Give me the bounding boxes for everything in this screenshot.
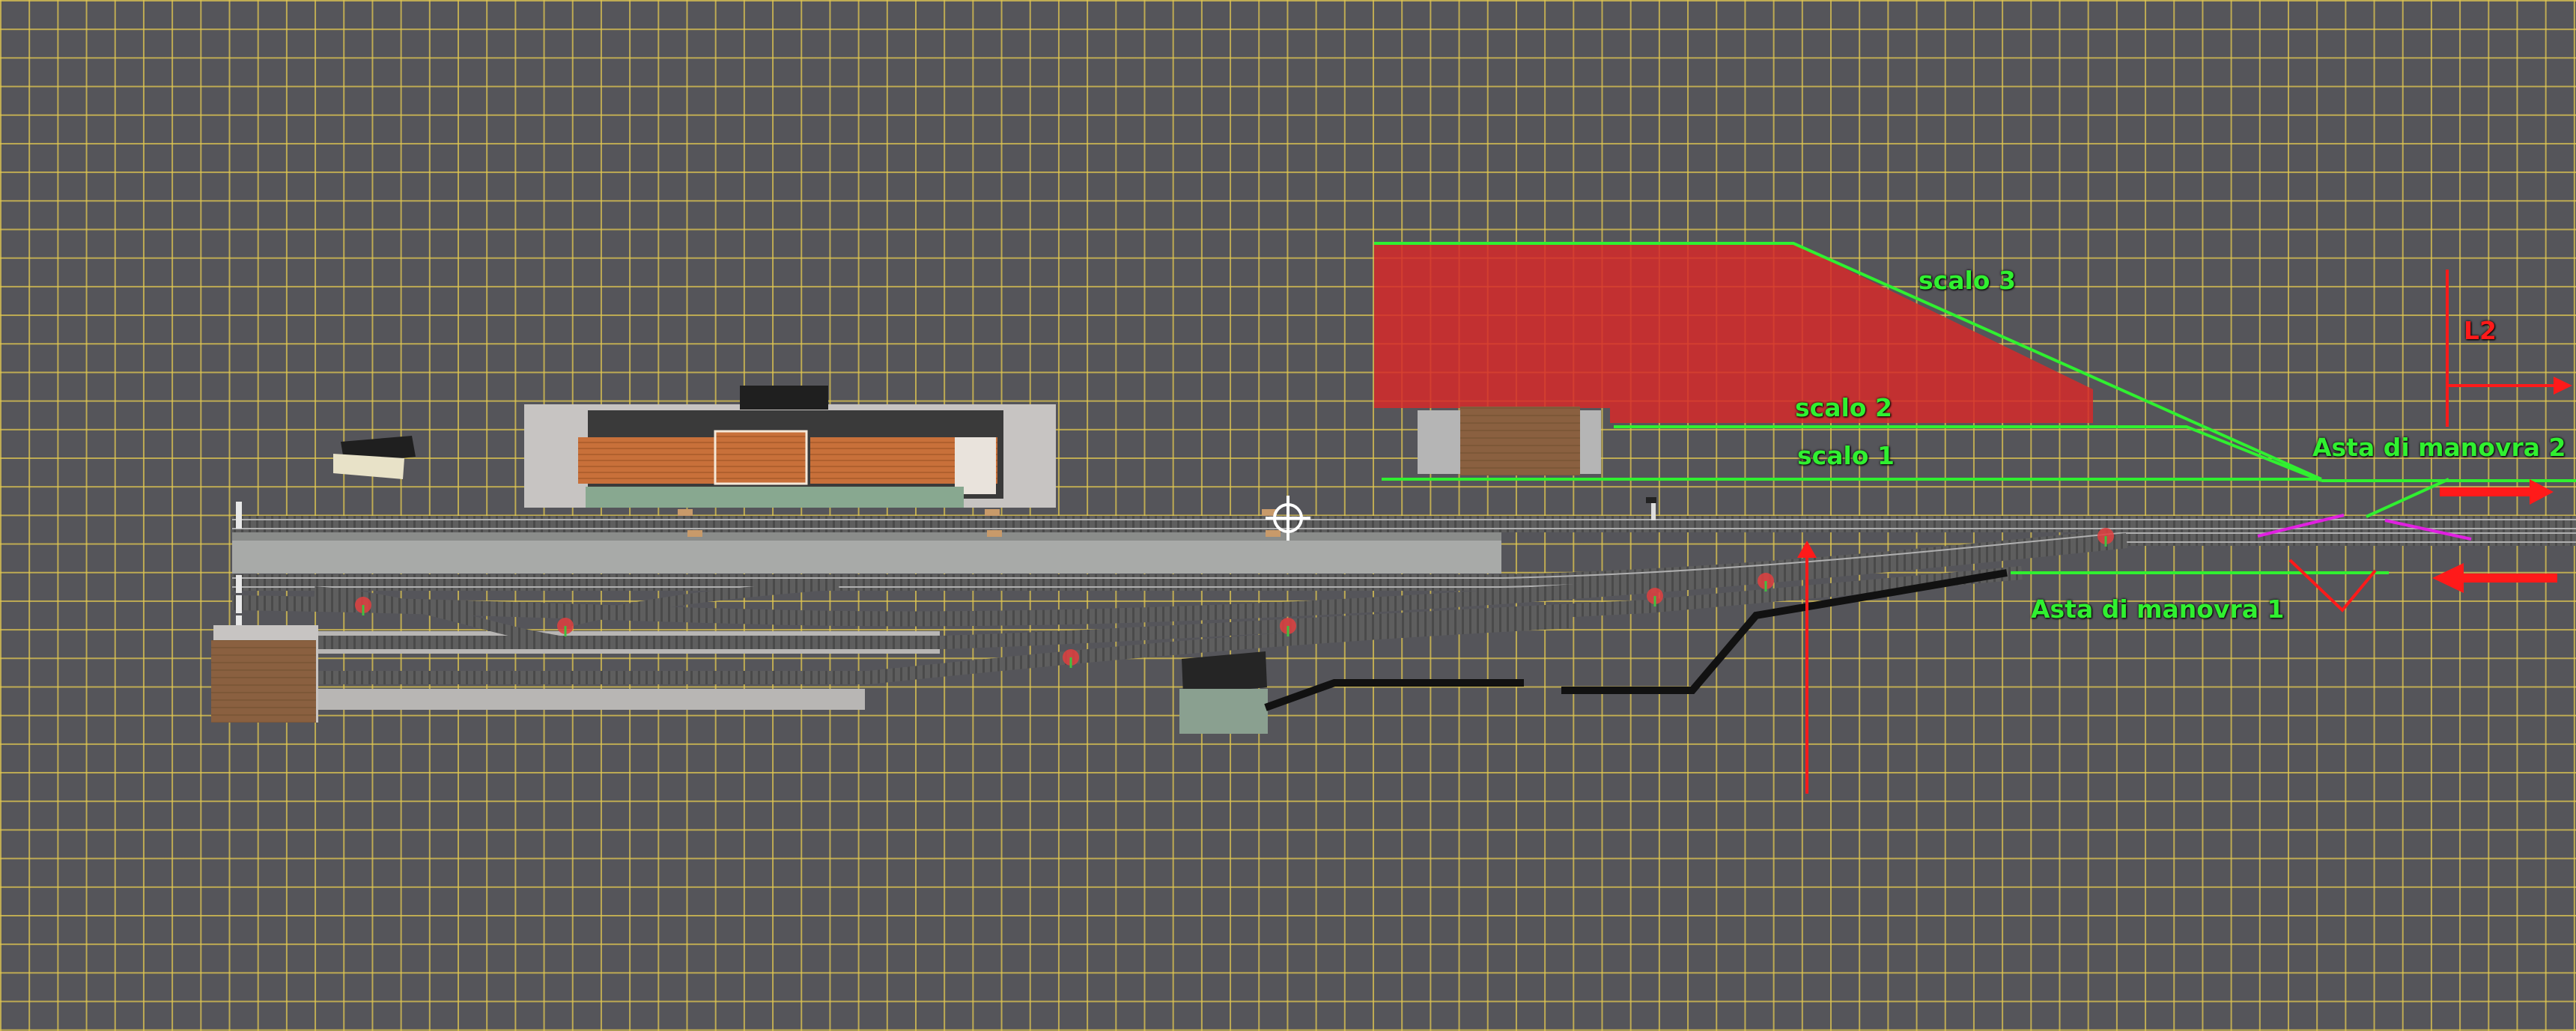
goods-shed-roof: [1460, 407, 1580, 475]
label-asta-1: Asta di manovra 1: [2031, 594, 2285, 624]
depot-roof: [211, 640, 316, 723]
asta-1-arrow-head: [2432, 563, 2464, 593]
label-scalo-3: scalo 3: [1919, 266, 2016, 295]
main-platform: [232, 541, 1501, 574]
v-marker: [2288, 559, 2377, 612]
label-l2: L2: [2464, 316, 2497, 345]
station-building[interactable]: [524, 386, 1056, 508]
switch-lever-icon[interactable]: [987, 530, 1002, 537]
label-asta-2: Asta di manovra 2: [2312, 433, 2566, 462]
switch-lever-icon[interactable]: [687, 530, 702, 537]
asta-2-arrow-shaft: [2440, 487, 2533, 496]
switch-lever-icon[interactable]: [985, 509, 1000, 516]
switch-lever-icon[interactable]: [1266, 530, 1281, 537]
layout-scene[interactable]: [0, 0, 2576, 1031]
station-roof-left: [578, 437, 714, 484]
station-annex: [955, 437, 996, 494]
asta-1-arrow-shaft: [2460, 574, 2557, 583]
depot-building[interactable]: [211, 625, 318, 723]
signal-cabin-wall: [1179, 689, 1268, 734]
station-canopy: [740, 386, 828, 410]
signal-cabin-roof: [1182, 651, 1267, 695]
label-scalo-1: scalo 1: [1797, 441, 1895, 470]
red-arrow-up: [1797, 541, 1817, 558]
small-hut[interactable]: [333, 436, 416, 479]
goods-shed[interactable]: [1418, 407, 1601, 475]
switch-lever-icon[interactable]: [678, 509, 693, 516]
signal-icon[interactable]: [1063, 649, 1079, 668]
cable-line: [1264, 679, 1524, 711]
station-front: [586, 487, 964, 508]
layout-viewport[interactable]: scalo 3 scalo 2 scalo 1 Asta di manovra …: [0, 0, 2576, 1031]
signal-cabin[interactable]: [1179, 651, 1268, 734]
l2-arrow-head: [2554, 377, 2572, 395]
scalo-2-line: [1614, 425, 2322, 482]
side-platform-2: [315, 689, 865, 710]
label-scalo-2: scalo 2: [1795, 393, 1892, 422]
station-roof-center: [714, 430, 808, 485]
asta-2-arrow-head: [2530, 479, 2554, 505]
asta-2-branch: [2366, 478, 2449, 518]
